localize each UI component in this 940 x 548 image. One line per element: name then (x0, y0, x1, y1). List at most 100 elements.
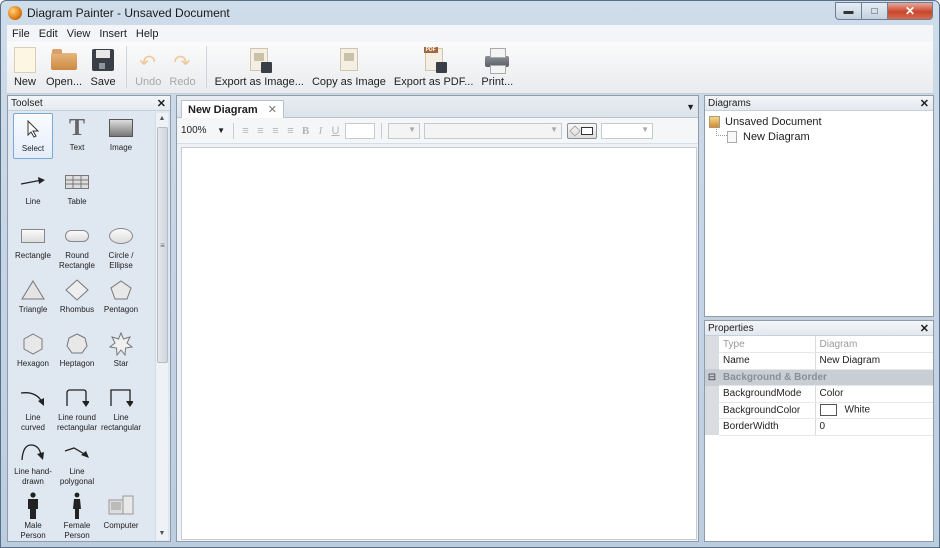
tool-male-person[interactable]: Male Person (13, 491, 53, 541)
align-left-icon[interactable]: ≡ (238, 123, 253, 139)
copy-image-button[interactable]: Copy as Image (312, 42, 386, 92)
table-icon (57, 167, 97, 197)
properties-panel: Properties ✕ Type Diagram Name New Diagr… (704, 320, 934, 542)
heptagon-icon (57, 329, 97, 359)
copy-image-icon (336, 47, 362, 73)
tool-label: Hexagon (16, 359, 50, 368)
tree-item-diagram[interactable]: New Diagram (709, 123, 929, 144)
property-value[interactable]: New Diagram (815, 352, 933, 370)
scroll-thumb[interactable]: ≡ (157, 127, 168, 363)
property-value[interactable]: 0 (815, 418, 933, 436)
menu-file[interactable]: File (12, 28, 30, 40)
tool-label: Line round rectangular (57, 413, 98, 432)
new-button[interactable]: New (12, 42, 38, 92)
export-pdf-button[interactable]: PDF Export as PDF... (394, 42, 473, 92)
property-value: Diagram (815, 336, 933, 353)
underline-button[interactable]: U (328, 123, 343, 139)
tool-table[interactable]: Table (57, 167, 97, 207)
property-row[interactable]: BackgroundColor White (705, 402, 933, 419)
maximize-button[interactable]: □ (862, 2, 888, 20)
tool-rectangle[interactable]: Rectangle (13, 221, 53, 261)
tool-star[interactable]: Star (101, 329, 141, 369)
italic-button[interactable]: I (313, 123, 328, 139)
bold-button[interactable]: B (298, 123, 313, 139)
redo-button[interactable]: ↷ Redo (169, 42, 195, 92)
save-label: Save (90, 76, 116, 88)
tool-select[interactable]: Select (13, 113, 53, 159)
main-toolbar: New Open... Save ↶ Undo ↷ Redo Export as… (7, 42, 933, 94)
tool-line-curved[interactable]: Line curved (13, 383, 53, 433)
tool-round-rectangle[interactable]: Round Rectangle (57, 221, 97, 271)
align-center-icon[interactable]: ≡ (253, 123, 268, 139)
property-row[interactable]: Type Diagram (705, 336, 933, 353)
tab-close-icon[interactable]: ✕ (268, 103, 277, 116)
toolset-close-button[interactable]: ✕ (157, 97, 166, 110)
minimize-button[interactable]: ▬ (835, 2, 862, 20)
tool-line[interactable]: Line (13, 167, 53, 207)
toolset-scrollbar[interactable]: ▲ ≡ ▼ (155, 113, 168, 540)
menu-edit[interactable]: Edit (39, 28, 58, 40)
property-category[interactable]: ⊟ Background & Border (705, 369, 933, 386)
tool-line-hand-drawn[interactable]: Line hand-drawn (13, 437, 53, 487)
undo-label: Undo (135, 76, 162, 88)
tool-circle-ellipse[interactable]: Circle / Ellipse (101, 221, 141, 271)
text-color-box[interactable] (345, 122, 375, 139)
font-size-select[interactable]: ▼ (388, 122, 420, 139)
tab-list-dropdown-icon[interactable]: ▼ (686, 102, 695, 112)
print-button[interactable]: Print... (481, 42, 513, 92)
property-value[interactable]: Color (815, 385, 933, 403)
open-button[interactable]: Open... (46, 42, 82, 92)
save-button[interactable]: Save (90, 42, 116, 92)
properties-close-button[interactable]: ✕ (920, 322, 929, 335)
properties-title: Properties (708, 322, 754, 334)
select-icon (14, 114, 52, 144)
tool-computer[interactable]: Computer (101, 491, 141, 531)
menu-help[interactable]: Help (136, 28, 159, 40)
tool-heptagon[interactable]: Heptagon (57, 329, 97, 369)
app-window: Diagram Painter - Unsaved Document ▬ □ ✕… (0, 0, 940, 548)
align-right-icon[interactable]: ≡ (268, 123, 283, 139)
tool-label: Text (69, 143, 85, 152)
rectangle-icon (13, 221, 53, 251)
diagram-canvas[interactable] (181, 147, 697, 540)
property-row[interactable]: BackgroundMode Color (705, 385, 933, 403)
tree-item-document[interactable]: Unsaved Document (709, 114, 929, 129)
zoom-select[interactable]: 100% ▼ (181, 123, 229, 139)
tool-text[interactable]: T Text (57, 113, 97, 153)
line-style-select[interactable]: ▼ (601, 122, 653, 139)
menu-view[interactable]: View (67, 28, 91, 40)
tool-label: Round Rectangle (58, 251, 96, 270)
format-separator (381, 122, 382, 139)
tool-pentagon[interactable]: Pentagon (101, 275, 141, 315)
tool-image[interactable]: Image (101, 113, 141, 153)
tool-hexagon[interactable]: Hexagon (13, 329, 53, 369)
pentagon-icon (101, 275, 141, 305)
tool-rhombus[interactable]: Rhombus (57, 275, 97, 315)
fill-border-toggle[interactable] (567, 122, 597, 139)
tool-label: Circle / Ellipse (108, 251, 134, 270)
tool-line-rectangular[interactable]: Line rectangular (101, 383, 141, 433)
undo-button[interactable]: ↶ Undo (135, 42, 161, 92)
collapse-minus-icon[interactable]: ⊟ (705, 369, 719, 386)
tab-new-diagram[interactable]: New Diagram ✕ (181, 100, 284, 118)
scroll-up-icon[interactable]: ▲ (156, 113, 168, 125)
diagram-editor: New Diagram ✕ ▼ 100% ▼ ≡ ≡ ≡ ≡ B I U ▼ ▼… (176, 95, 699, 542)
menu-bar: File Edit View Insert Help (7, 25, 933, 42)
tool-female-person[interactable]: Female Person (57, 491, 97, 541)
font-family-select[interactable]: ▼ (424, 122, 562, 139)
menu-insert[interactable]: Insert (99, 28, 127, 40)
tool-line-round-rectangular[interactable]: Line round rectangular (57, 383, 97, 433)
diagrams-close-button[interactable]: ✕ (920, 97, 929, 110)
property-row[interactable]: Name New Diagram (705, 352, 933, 370)
tool-triangle[interactable]: Triangle (13, 275, 53, 315)
tool-line-polygonal[interactable]: Line polygonal (57, 437, 97, 487)
star-icon (101, 329, 141, 359)
property-value[interactable]: White (815, 402, 933, 419)
property-row[interactable]: BorderWidth 0 (705, 418, 933, 436)
scroll-down-icon[interactable]: ▼ (156, 528, 168, 540)
export-image-button[interactable]: Export as Image... (215, 42, 304, 92)
align-justify-icon[interactable]: ≡ (283, 123, 298, 139)
rhombus-icon (57, 275, 97, 305)
close-button[interactable]: ✕ (888, 2, 933, 20)
diagram-tree: Unsaved Document New Diagram (705, 111, 933, 147)
